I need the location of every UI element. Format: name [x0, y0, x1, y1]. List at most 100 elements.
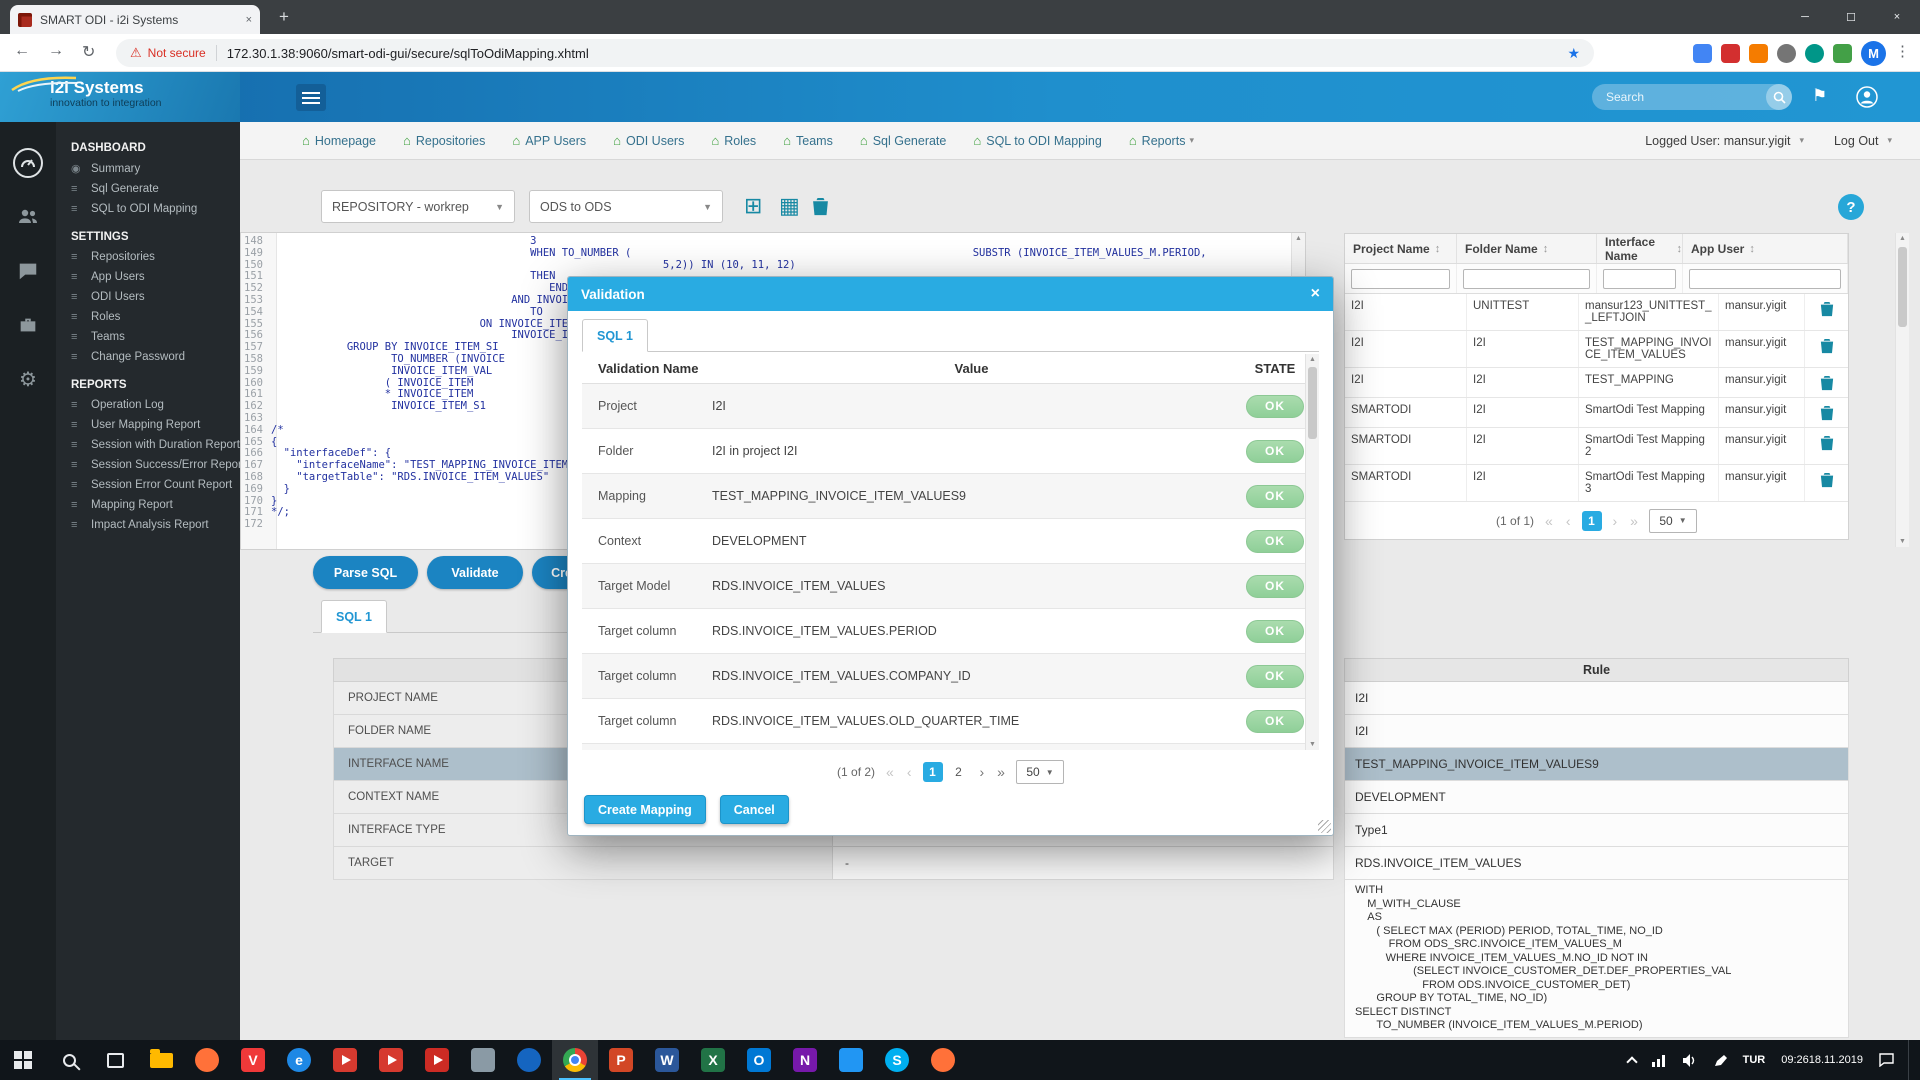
close-button[interactable]: ×: [1874, 0, 1920, 34]
forward-button[interactable]: →: [48, 42, 64, 60]
cancel-dialog-button[interactable]: Cancel: [720, 795, 789, 824]
pen-icon[interactable]: [1706, 1040, 1735, 1080]
nav-item[interactable]: ⌂ SQL to ODI Mapping: [973, 133, 1101, 148]
new-tab-button[interactable]: +: [272, 7, 296, 31]
sort-icon[interactable]: ↕: [1749, 243, 1755, 255]
excel-icon[interactable]: X: [690, 1040, 736, 1080]
chrome-icon[interactable]: [552, 1040, 598, 1080]
scroll-down-icon[interactable]: ▼: [1306, 741, 1319, 748]
firefox-icon[interactable]: [184, 1040, 230, 1080]
pager-prev-button[interactable]: ‹: [905, 764, 914, 780]
browser-menu-icon[interactable]: ⋮: [1895, 42, 1910, 60]
flag-icon[interactable]: ⚑: [1812, 86, 1827, 106]
sidebar-item[interactable]: ≡ Operation Log: [56, 395, 240, 415]
scroll-up-icon[interactable]: ▲: [1306, 356, 1319, 363]
column-header[interactable]: [1839, 234, 1848, 263]
pager-first-button[interactable]: «: [1543, 513, 1555, 529]
rule-row[interactable]: I2I: [1344, 715, 1849, 748]
mapping-row[interactable]: SMARTODI I2I SmartOdi Test Mapping mansu…: [1345, 398, 1848, 428]
column-header[interactable]: Interface Name ↕: [1597, 234, 1683, 263]
row-delete-button[interactable]: [1805, 428, 1848, 464]
nav-item[interactable]: ⌂ Sql Generate: [860, 133, 947, 148]
gray-app-icon[interactable]: [460, 1040, 506, 1080]
clock[interactable]: 09:26 18.11.2019: [1773, 1040, 1871, 1080]
start-icon[interactable]: [0, 1040, 46, 1080]
sidebar-item[interactable]: ≡ User Mapping Report: [56, 415, 240, 435]
sidebar-item[interactable]: DASHBOARD: [56, 130, 240, 158]
powerpoint-icon[interactable]: P: [598, 1040, 644, 1080]
sort-icon[interactable]: ↕: [1677, 243, 1683, 255]
scroll-down-icon[interactable]: ▼: [1896, 538, 1909, 545]
column-header[interactable]: Project Name ↕: [1345, 234, 1457, 263]
firefox-2-icon[interactable]: [920, 1040, 966, 1080]
nav-item[interactable]: ⌂ ODI Users: [613, 133, 684, 148]
mapping-type-select[interactable]: ODS to ODS ▼: [529, 190, 723, 223]
sidebar-item[interactable]: ≡ Change Password: [56, 347, 240, 367]
sidebar-toggle-button[interactable]: [296, 84, 326, 111]
row-delete-button[interactable]: [1805, 294, 1848, 330]
search-icon[interactable]: [1766, 84, 1792, 110]
orange-extension-icon[interactable]: [1749, 44, 1768, 63]
panel-scrollbar[interactable]: ▲ ▼: [1895, 233, 1909, 547]
rule-row[interactable]: DEVELOPMENT: [1344, 781, 1849, 814]
account-icon[interactable]: [1856, 86, 1878, 113]
omnibox[interactable]: ⚠ Not secure 172.30.1.38:9060/smart-odi-…: [116, 39, 1594, 67]
users-icon[interactable]: [13, 202, 43, 232]
pager-page[interactable]: 1: [1582, 511, 1602, 531]
resize-handle[interactable]: [1318, 820, 1331, 833]
mapping-row[interactable]: I2I I2I TEST_MAPPING mansur.yigit: [1345, 368, 1848, 398]
column-filter-input[interactable]: [1689, 269, 1841, 289]
row-delete-button[interactable]: [1805, 368, 1848, 397]
outlook-icon[interactable]: O: [736, 1040, 782, 1080]
dashboard-icon[interactable]: [13, 148, 43, 178]
header-search-input[interactable]: Search: [1592, 84, 1792, 110]
pager-page[interactable]: 2: [949, 762, 969, 782]
pager-last-button[interactable]: »: [995, 764, 1007, 780]
internet-explorer-icon[interactable]: e: [276, 1040, 322, 1080]
sidebar-item[interactable]: ≡ App Users: [56, 267, 240, 287]
url-text[interactable]: 172.30.1.38:9060/smart-odi-gui/secure/sq…: [227, 46, 1560, 61]
scrollbar-thumb[interactable]: [1308, 367, 1317, 439]
nav-item[interactable]: ⌂ Teams: [783, 133, 833, 148]
nav-item[interactable]: ⌂ Reports ▾: [1129, 133, 1194, 148]
nav-item[interactable]: ⌂ Repositories: [403, 133, 485, 148]
sidebar-item[interactable]: SETTINGS: [56, 219, 240, 247]
dialog-header[interactable]: Validation ×: [568, 277, 1333, 311]
profile-avatar[interactable]: M: [1861, 41, 1886, 66]
pager-next-button[interactable]: ›: [978, 764, 987, 780]
rule-row[interactable]: TEST_MAPPING_INVOICE_ITEM_VALUES9: [1344, 748, 1849, 781]
teal-extension-icon[interactable]: [1805, 44, 1824, 63]
repository-select[interactable]: REPOSITORY - workrep ▼: [321, 190, 515, 223]
word-icon[interactable]: W: [644, 1040, 690, 1080]
sidebar-item[interactable]: ≡ Roles: [56, 307, 240, 327]
onenote-icon[interactable]: N: [782, 1040, 828, 1080]
mapping-row[interactable]: I2I UNITTEST mansur123_UNITTEST__LEFTJOI…: [1345, 294, 1848, 331]
dialog-scrollbar[interactable]: ▲ ▼: [1305, 354, 1319, 750]
add-button[interactable]: ⊞: [744, 194, 762, 218]
pager-last-button[interactable]: »: [1628, 513, 1640, 529]
mapping-row[interactable]: SMARTODI I2I SmartOdi Test Mapping 2 man…: [1345, 428, 1848, 465]
sidebar-item[interactable]: REPORTS: [56, 367, 240, 395]
mapping-row[interactable]: SMARTODI I2I SmartOdi Test Mapping 3 man…: [1345, 465, 1848, 502]
dialog-tab-sql-1[interactable]: SQL 1: [582, 319, 648, 352]
detail-row[interactable]: TARGET -: [333, 847, 1334, 880]
sidebar-item[interactable]: ≡ Repositories: [56, 247, 240, 267]
create-mapping-dialog-button[interactable]: Create Mapping: [584, 795, 706, 824]
scroll-up-icon[interactable]: ▲: [1292, 235, 1305, 242]
hidden-icons-button[interactable]: [1620, 1040, 1644, 1080]
grid-view-button[interactable]: ▦: [779, 194, 800, 218]
row-delete-button[interactable]: [1805, 398, 1848, 427]
pager-first-button[interactable]: «: [884, 764, 896, 780]
skype-icon[interactable]: S: [874, 1040, 920, 1080]
media-app-1-icon[interactable]: [322, 1040, 368, 1080]
sidebar-item[interactable]: ≡ Teams: [56, 327, 240, 347]
sidebar-item[interactable]: ≡ Session Error Count Report: [56, 475, 240, 495]
nav-item[interactable]: ⌂ Roles: [711, 133, 756, 148]
sort-icon[interactable]: ↕: [1543, 243, 1549, 255]
nav-item[interactable]: ⌂ Homepage: [302, 133, 376, 148]
logout-menu[interactable]: Log Out ▾: [1834, 134, 1892, 148]
column-filter-input[interactable]: [1603, 269, 1676, 289]
app-logo[interactable]: i2i Systems innovation to integration: [0, 72, 240, 122]
sidebar-item[interactable]: ≡ Impact Analysis Report: [56, 515, 240, 535]
sidebar-item[interactable]: ≡ SQL to ODI Mapping: [56, 199, 240, 219]
